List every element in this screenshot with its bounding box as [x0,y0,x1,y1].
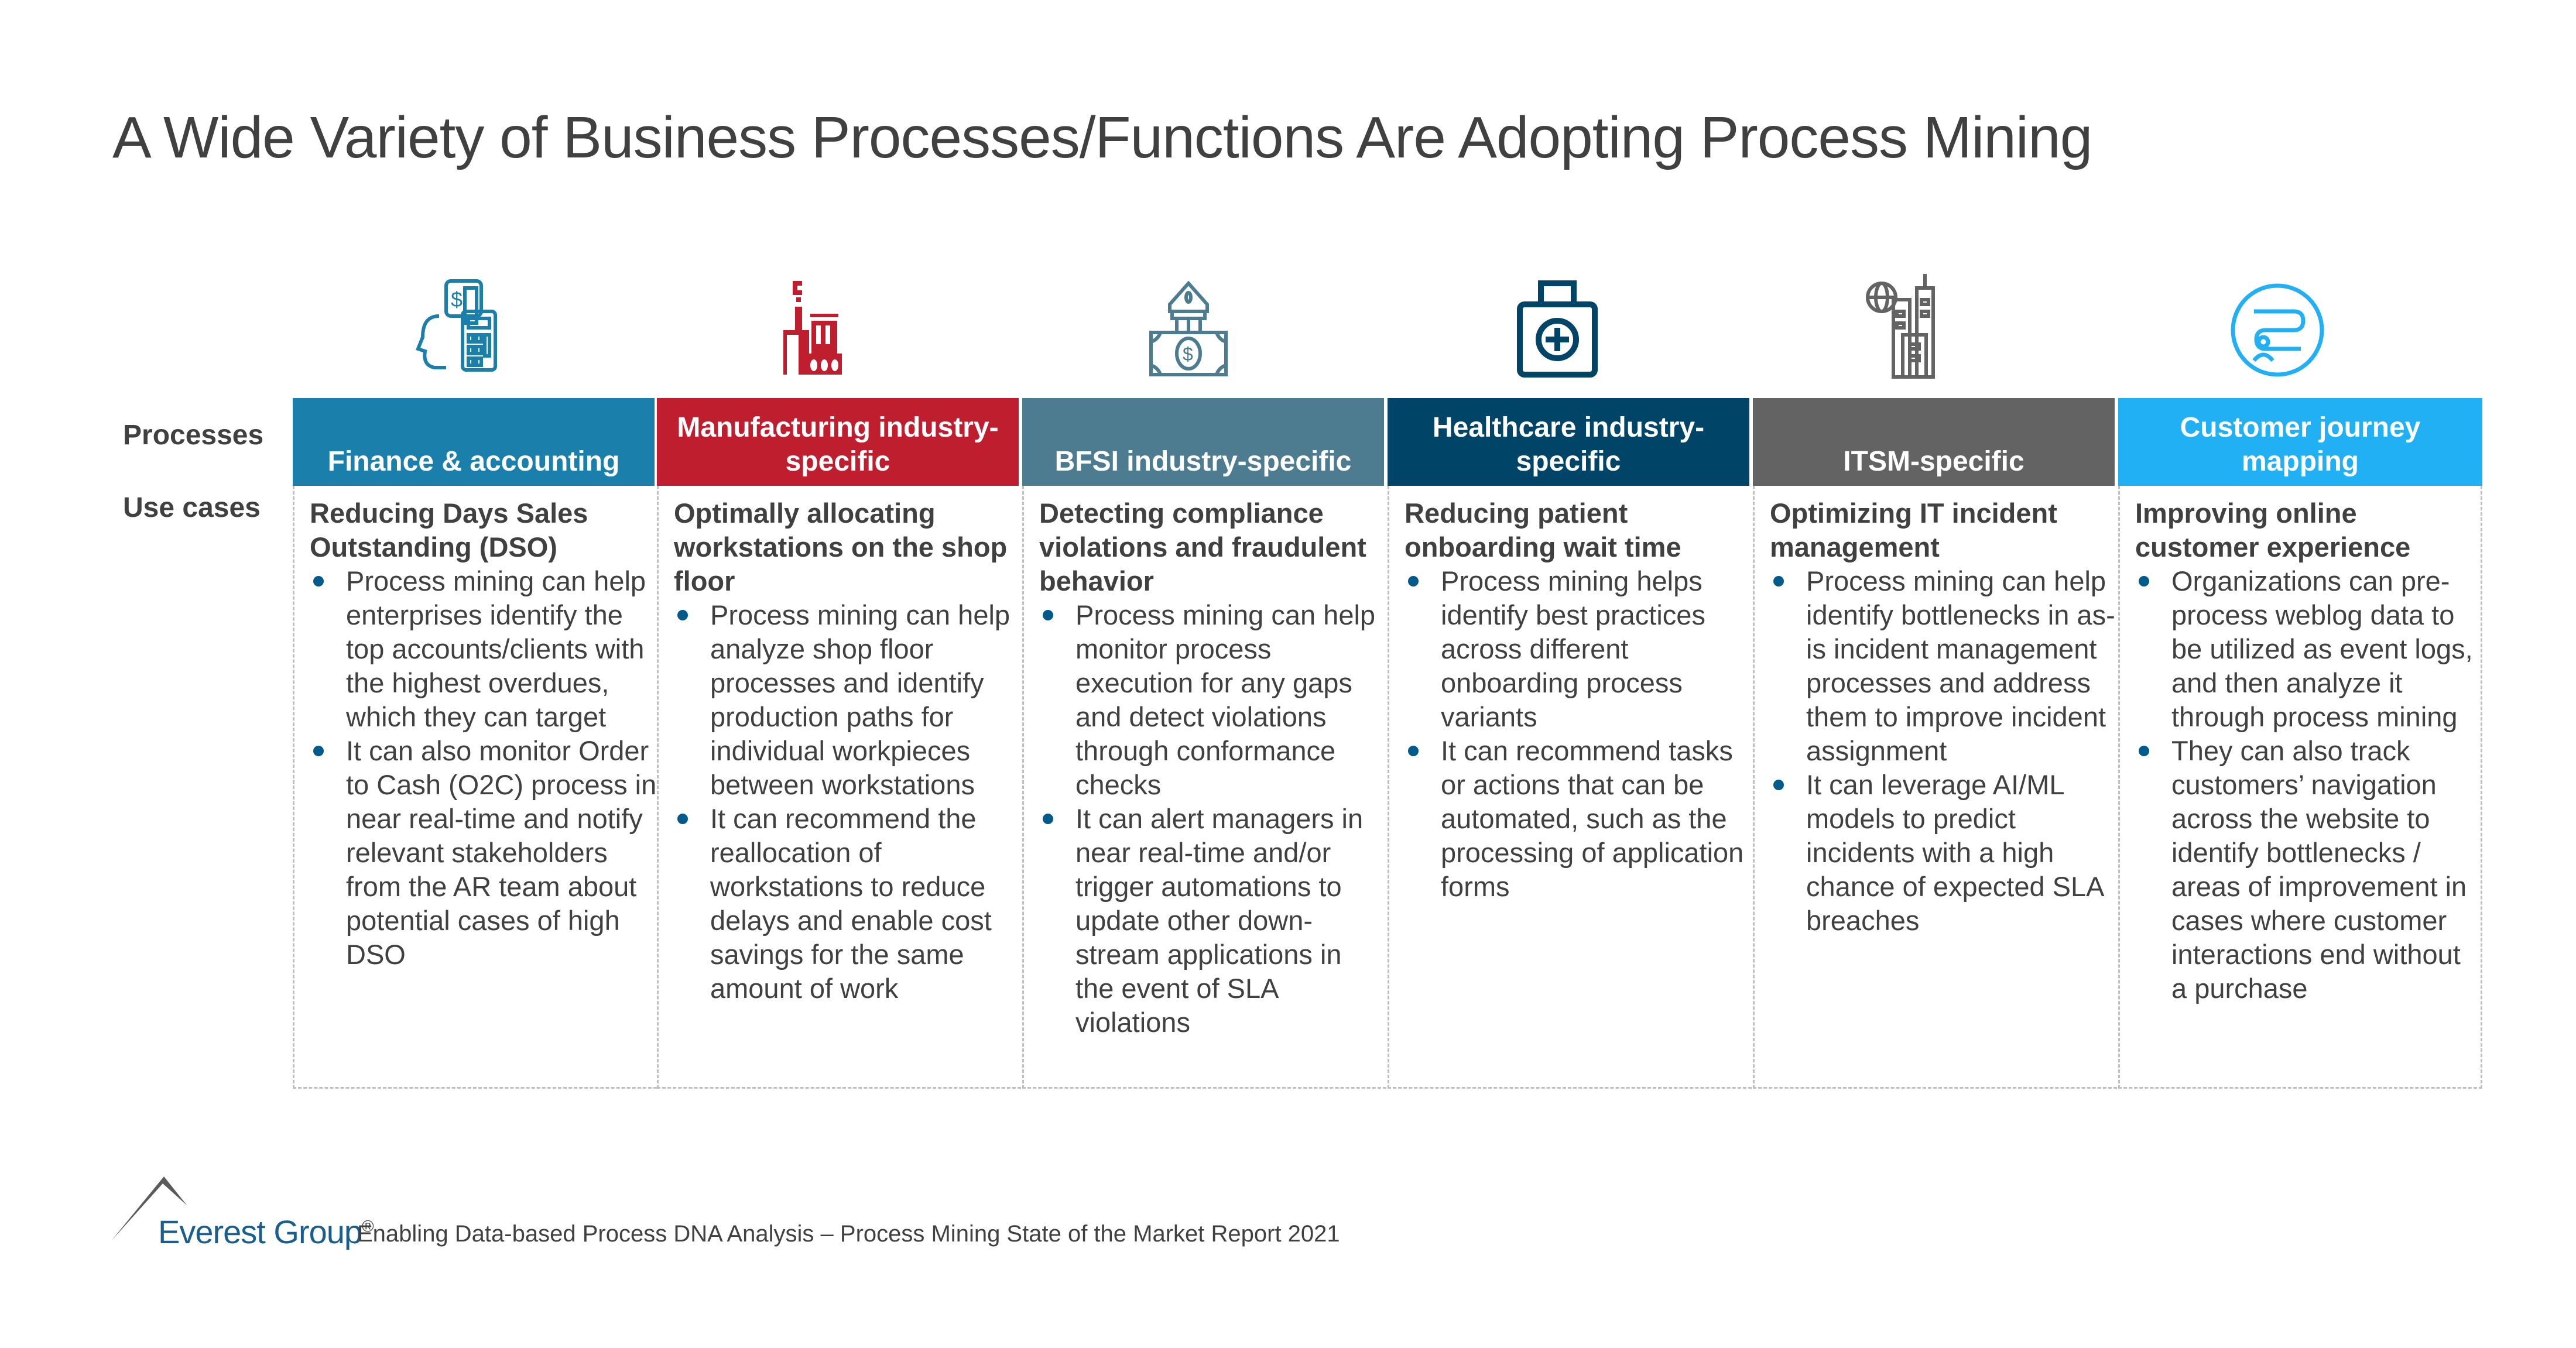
svg-text:$: $ [451,287,463,311]
use-case-title: Reducing patient onboarding wait time [1405,498,1681,562]
use-case-title: Optimizing IT incident management [1770,498,2057,562]
bullet-dot-icon [1773,576,1784,586]
bullet-dot-icon [313,746,324,756]
finance-accounting-icon: $ [404,269,521,386]
use-case-bullets: Process mining can help enterprises iden… [310,564,657,972]
use-case-cell: Optimizing IT incident management Process… [1753,486,2117,1089]
bullet-text: They can also track customers’ navigatio… [2171,735,2467,1004]
bullet-item: It can recommend tasks or actions that c… [1405,734,1752,904]
bullet-item: It can alert managers in near real-time … [1039,802,1386,1040]
logo-text: Everest Group [158,1213,362,1250]
bullet-text: Process mining can help enterprises iden… [346,565,646,732]
use-case-title: Detecting compliance violations and frau… [1039,498,1366,596]
svg-text:$: $ [1183,344,1193,365]
bullet-item: Process mining can help analyze shop flo… [674,598,1021,802]
process-header: Customer journey mapping [2118,398,2482,486]
bullet-dot-icon [1043,814,1053,824]
bullet-dot-icon [313,576,324,586]
use-case-cell: Improving online customer experience Orga… [2118,486,2482,1089]
bullet-item: Process mining helps identify best pract… [1405,564,1752,734]
process-header: ITSM-specific [1753,398,2115,486]
bullet-item: It can also monitor Order to Cash (O2C) … [310,734,657,972]
bullet-text: It can also monitor Order to Cash (O2C) … [346,735,657,970]
bullet-text: Process mining can help monitor process … [1075,599,1376,800]
bullet-dot-icon [677,814,688,824]
use-case-bullets: Organizations can pre-process weblog dat… [2135,564,2481,1006]
use-case-bullets: Process mining can help identify bottlen… [1770,564,2117,938]
bullet-dot-icon [1043,610,1053,620]
bullet-dot-icon [677,610,688,620]
process-header-label: ITSM-specific [1843,446,2025,477]
bullet-dot-icon [2139,746,2149,756]
bullet-item: Organizations can pre-process weblog dat… [2135,564,2481,734]
use-case-cell: Optimally allocating workstations on the… [657,486,1021,1089]
customer-journey-icon [2219,269,2336,386]
everest-group-logo: Everest Group® [158,1213,374,1251]
bullet-text: Organizations can pre-process weblog dat… [2171,565,2473,732]
use-case-title: Improving online customer experience [2135,498,2411,562]
processes-row-label: Processes [123,420,264,451]
use-case-cell: Reducing patient onboarding wait time Pro… [1388,486,1752,1089]
bullet-text: Process mining helps identify best pract… [1441,565,1705,732]
process-header-label: Healthcare industry- specific [1432,412,1705,477]
page-title: A Wide Variety of Business Processes/Fun… [112,105,2092,170]
buildings-globe-icon [1856,269,1973,386]
process-header-label: Manufacturing industry-specific [677,412,999,477]
bullet-dot-icon [2139,576,2149,586]
use-case-title: Optimally allocating workstations on the… [674,498,1008,596]
use-case-title: Reducing Days Sales Outstanding (DSO) [310,498,588,562]
process-header: Manufacturing industry-specific [657,398,1019,486]
use-case-cell: Reducing Days Sales Outstanding (DSO) Pro… [293,486,657,1089]
bank-icon: $ [1130,269,1247,386]
source-text: Enabling Data-based Process DNA Analysis… [357,1221,1340,1247]
bullet-text: It can alert managers in near real-time … [1075,803,1364,1038]
bullet-dot-icon [1773,780,1784,790]
bullet-item: They can also track customers’ navigatio… [2135,734,2481,1006]
use-case-bullets: Process mining can help monitor process … [1039,598,1386,1040]
process-header-label: BFSI industry-specific [1054,446,1352,477]
process-header: Healthcare industry- specific [1388,398,1749,486]
process-header: BFSI industry-specific [1022,398,1384,486]
use-case-bullets: Process mining helps identify best pract… [1405,564,1752,904]
bullet-text: It can recommend tasks or actions that c… [1441,735,1744,902]
bullet-item: Process mining can help identify bottlen… [1770,564,2117,768]
bullet-item: It can recommend the reallocation of wor… [674,802,1021,1006]
footer: Everest Group® Enabling Data-based Proce… [111,1177,1458,1253]
process-header: Finance & accounting [293,398,655,486]
factory-icon [767,269,884,386]
use-case-bullets: Process mining can help analyze shop flo… [674,598,1021,1006]
bullet-item: Process mining can help monitor process … [1039,598,1386,802]
bullet-text: Process mining can help identify bottlen… [1806,565,2115,766]
use-case-cell: Detecting compliance violations and frau… [1022,486,1386,1089]
bullet-text: It can leverage AI/ML models to predict … [1806,769,2103,936]
bullet-dot-icon [1408,746,1419,756]
bullet-item: Process mining can help enterprises iden… [310,564,657,734]
medical-kit-icon [1499,269,1616,386]
process-header-label: Finance & accounting [327,446,620,477]
bullet-dot-icon [1408,576,1419,586]
use-cases-row-label: Use cases [123,492,261,523]
bullet-text: Process mining can help analyze shop flo… [710,599,1010,800]
bullet-item: It can leverage AI/ML models to predict … [1770,768,2117,938]
process-header-label: Customer journey mapping [2180,412,2421,477]
bullet-text: It can recommend the reallocation of wor… [710,803,992,1004]
